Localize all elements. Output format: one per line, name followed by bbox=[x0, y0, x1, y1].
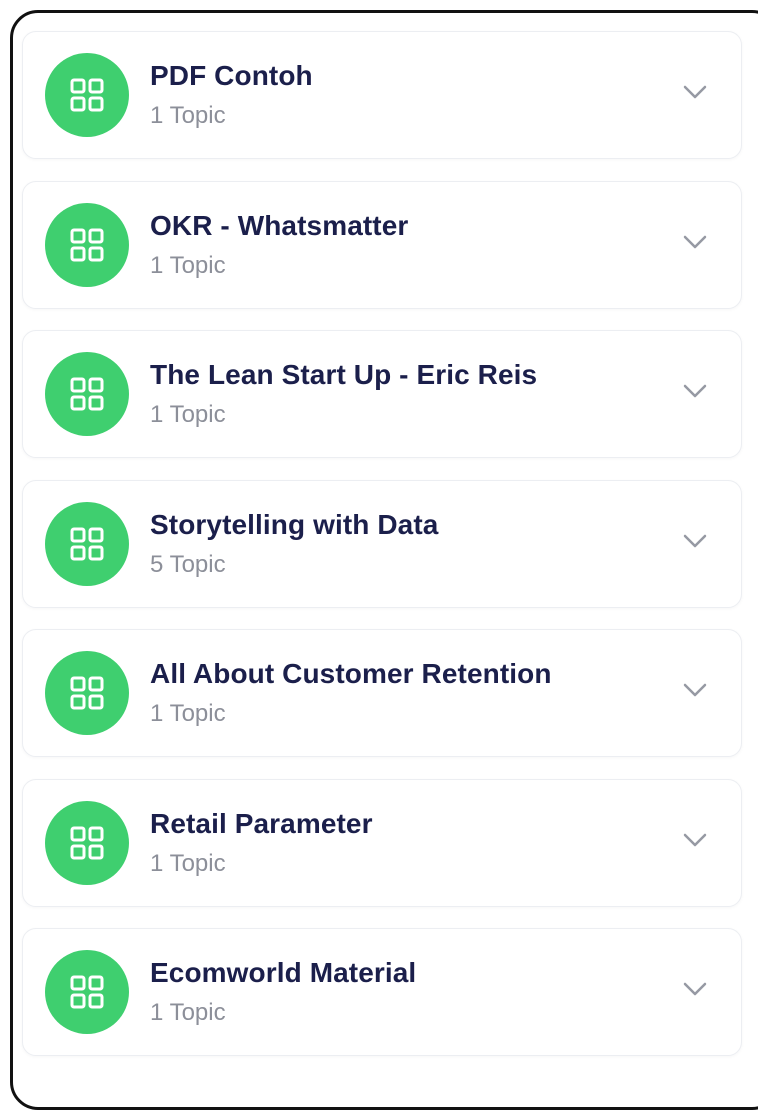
grid-icon bbox=[45, 53, 129, 137]
module-title: PDF Contoh bbox=[150, 60, 313, 91]
module-card[interactable]: Storytelling with Data 5 Topic bbox=[22, 479, 742, 608]
chevron-down-icon[interactable] bbox=[683, 234, 707, 250]
chevron-down-icon[interactable] bbox=[683, 84, 707, 100]
module-topic-count: 1 Topic bbox=[150, 251, 226, 279]
chevron-down-icon[interactable] bbox=[683, 533, 707, 549]
module-card[interactable]: OKR - Whatsmatter 1 Topic bbox=[22, 180, 742, 309]
module-title: Ecomworld Material bbox=[150, 957, 417, 988]
module-card[interactable]: PDF Contoh 1 Topic bbox=[22, 31, 742, 159]
module-topic-count: 5 Topic bbox=[150, 550, 226, 578]
module-card[interactable]: Retail Parameter 1 Topic bbox=[22, 778, 742, 907]
module-list: PDF Contoh 1 Topic OKR - Whatsmatter 1 T… bbox=[22, 31, 742, 1078]
chevron-down-icon[interactable] bbox=[683, 981, 707, 997]
grid-icon bbox=[45, 800, 129, 885]
module-card[interactable]: The Lean Start Up - Eric Reis 1 Topic bbox=[22, 330, 742, 458]
module-title: Storytelling with Data bbox=[150, 508, 439, 540]
chevron-down-icon[interactable] bbox=[683, 832, 707, 848]
grid-icon bbox=[45, 501, 129, 586]
module-title: OKR - Whatsmatter bbox=[150, 209, 409, 241]
grid-icon bbox=[45, 651, 129, 735]
module-topic-count: 1 Topic bbox=[150, 401, 226, 428]
module-topic-count: 1 Topic bbox=[150, 999, 226, 1026]
module-topic-count: 1 Topic bbox=[150, 849, 226, 877]
chevron-down-icon[interactable] bbox=[683, 383, 707, 399]
module-title: The Lean Start Up - Eric Reis bbox=[150, 359, 538, 390]
module-title: Retail Parameter bbox=[150, 807, 373, 839]
grid-icon bbox=[45, 352, 129, 436]
module-card[interactable]: Ecomworld Material 1 Topic bbox=[22, 928, 742, 1056]
grid-icon bbox=[45, 950, 129, 1034]
module-card[interactable]: All About Customer Retention 1 Topic bbox=[22, 629, 742, 757]
module-title: All About Customer Retention bbox=[150, 658, 552, 689]
grid-icon bbox=[45, 202, 129, 287]
chevron-down-icon[interactable] bbox=[683, 682, 707, 698]
module-topic-count: 1 Topic bbox=[150, 102, 226, 129]
module-topic-count: 1 Topic bbox=[150, 700, 226, 727]
